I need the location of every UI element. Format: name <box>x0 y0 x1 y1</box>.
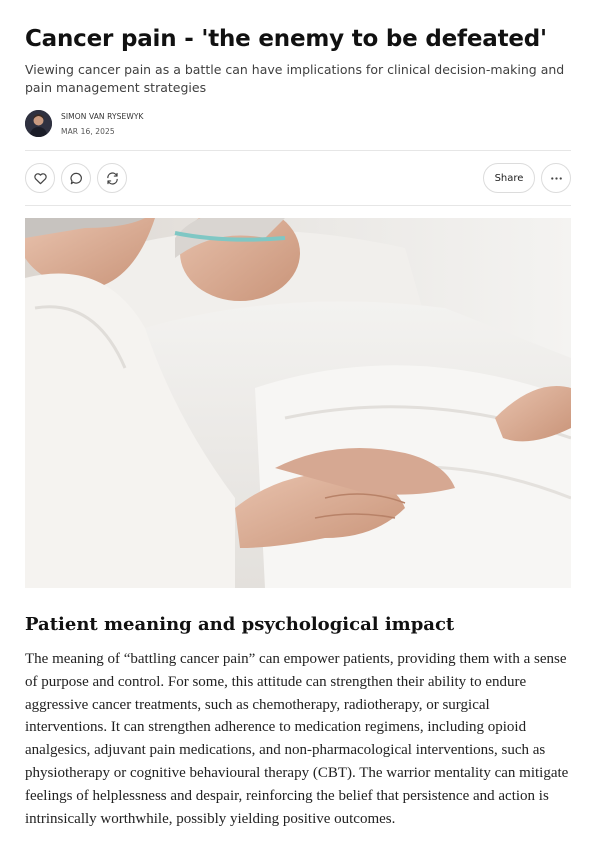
author-name[interactable]: SIMON VAN RYSEWYK <box>61 112 144 121</box>
like-button[interactable] <box>25 163 55 193</box>
post-actions: Share <box>25 163 571 193</box>
section-heading: Patient meaning and psychological impact <box>25 614 455 635</box>
share-button[interactable]: Share <box>483 163 535 193</box>
heart-icon <box>33 172 47 184</box>
comment-button[interactable] <box>61 163 91 193</box>
hero-image <box>25 218 571 588</box>
section-paragraph: The meaning of “battling cancer pain” ca… <box>25 651 569 827</box>
restack-icon <box>106 171 118 185</box>
byline: SIMON VAN RYSEWYK MAR 16, 2025 <box>25 108 325 138</box>
divider <box>25 150 571 151</box>
more-options-button[interactable] <box>541 163 571 193</box>
avatar[interactable] <box>25 110 52 137</box>
more-icon <box>550 176 562 180</box>
post-date: MAR 16, 2025 <box>61 127 115 136</box>
comment-icon <box>69 172 82 184</box>
divider <box>25 205 571 206</box>
restack-button[interactable] <box>97 163 127 193</box>
post-title: Cancer pain - 'the enemy to be defeated' <box>25 26 547 52</box>
post-subtitle: Viewing cancer pain as a battle can have… <box>25 62 565 95</box>
